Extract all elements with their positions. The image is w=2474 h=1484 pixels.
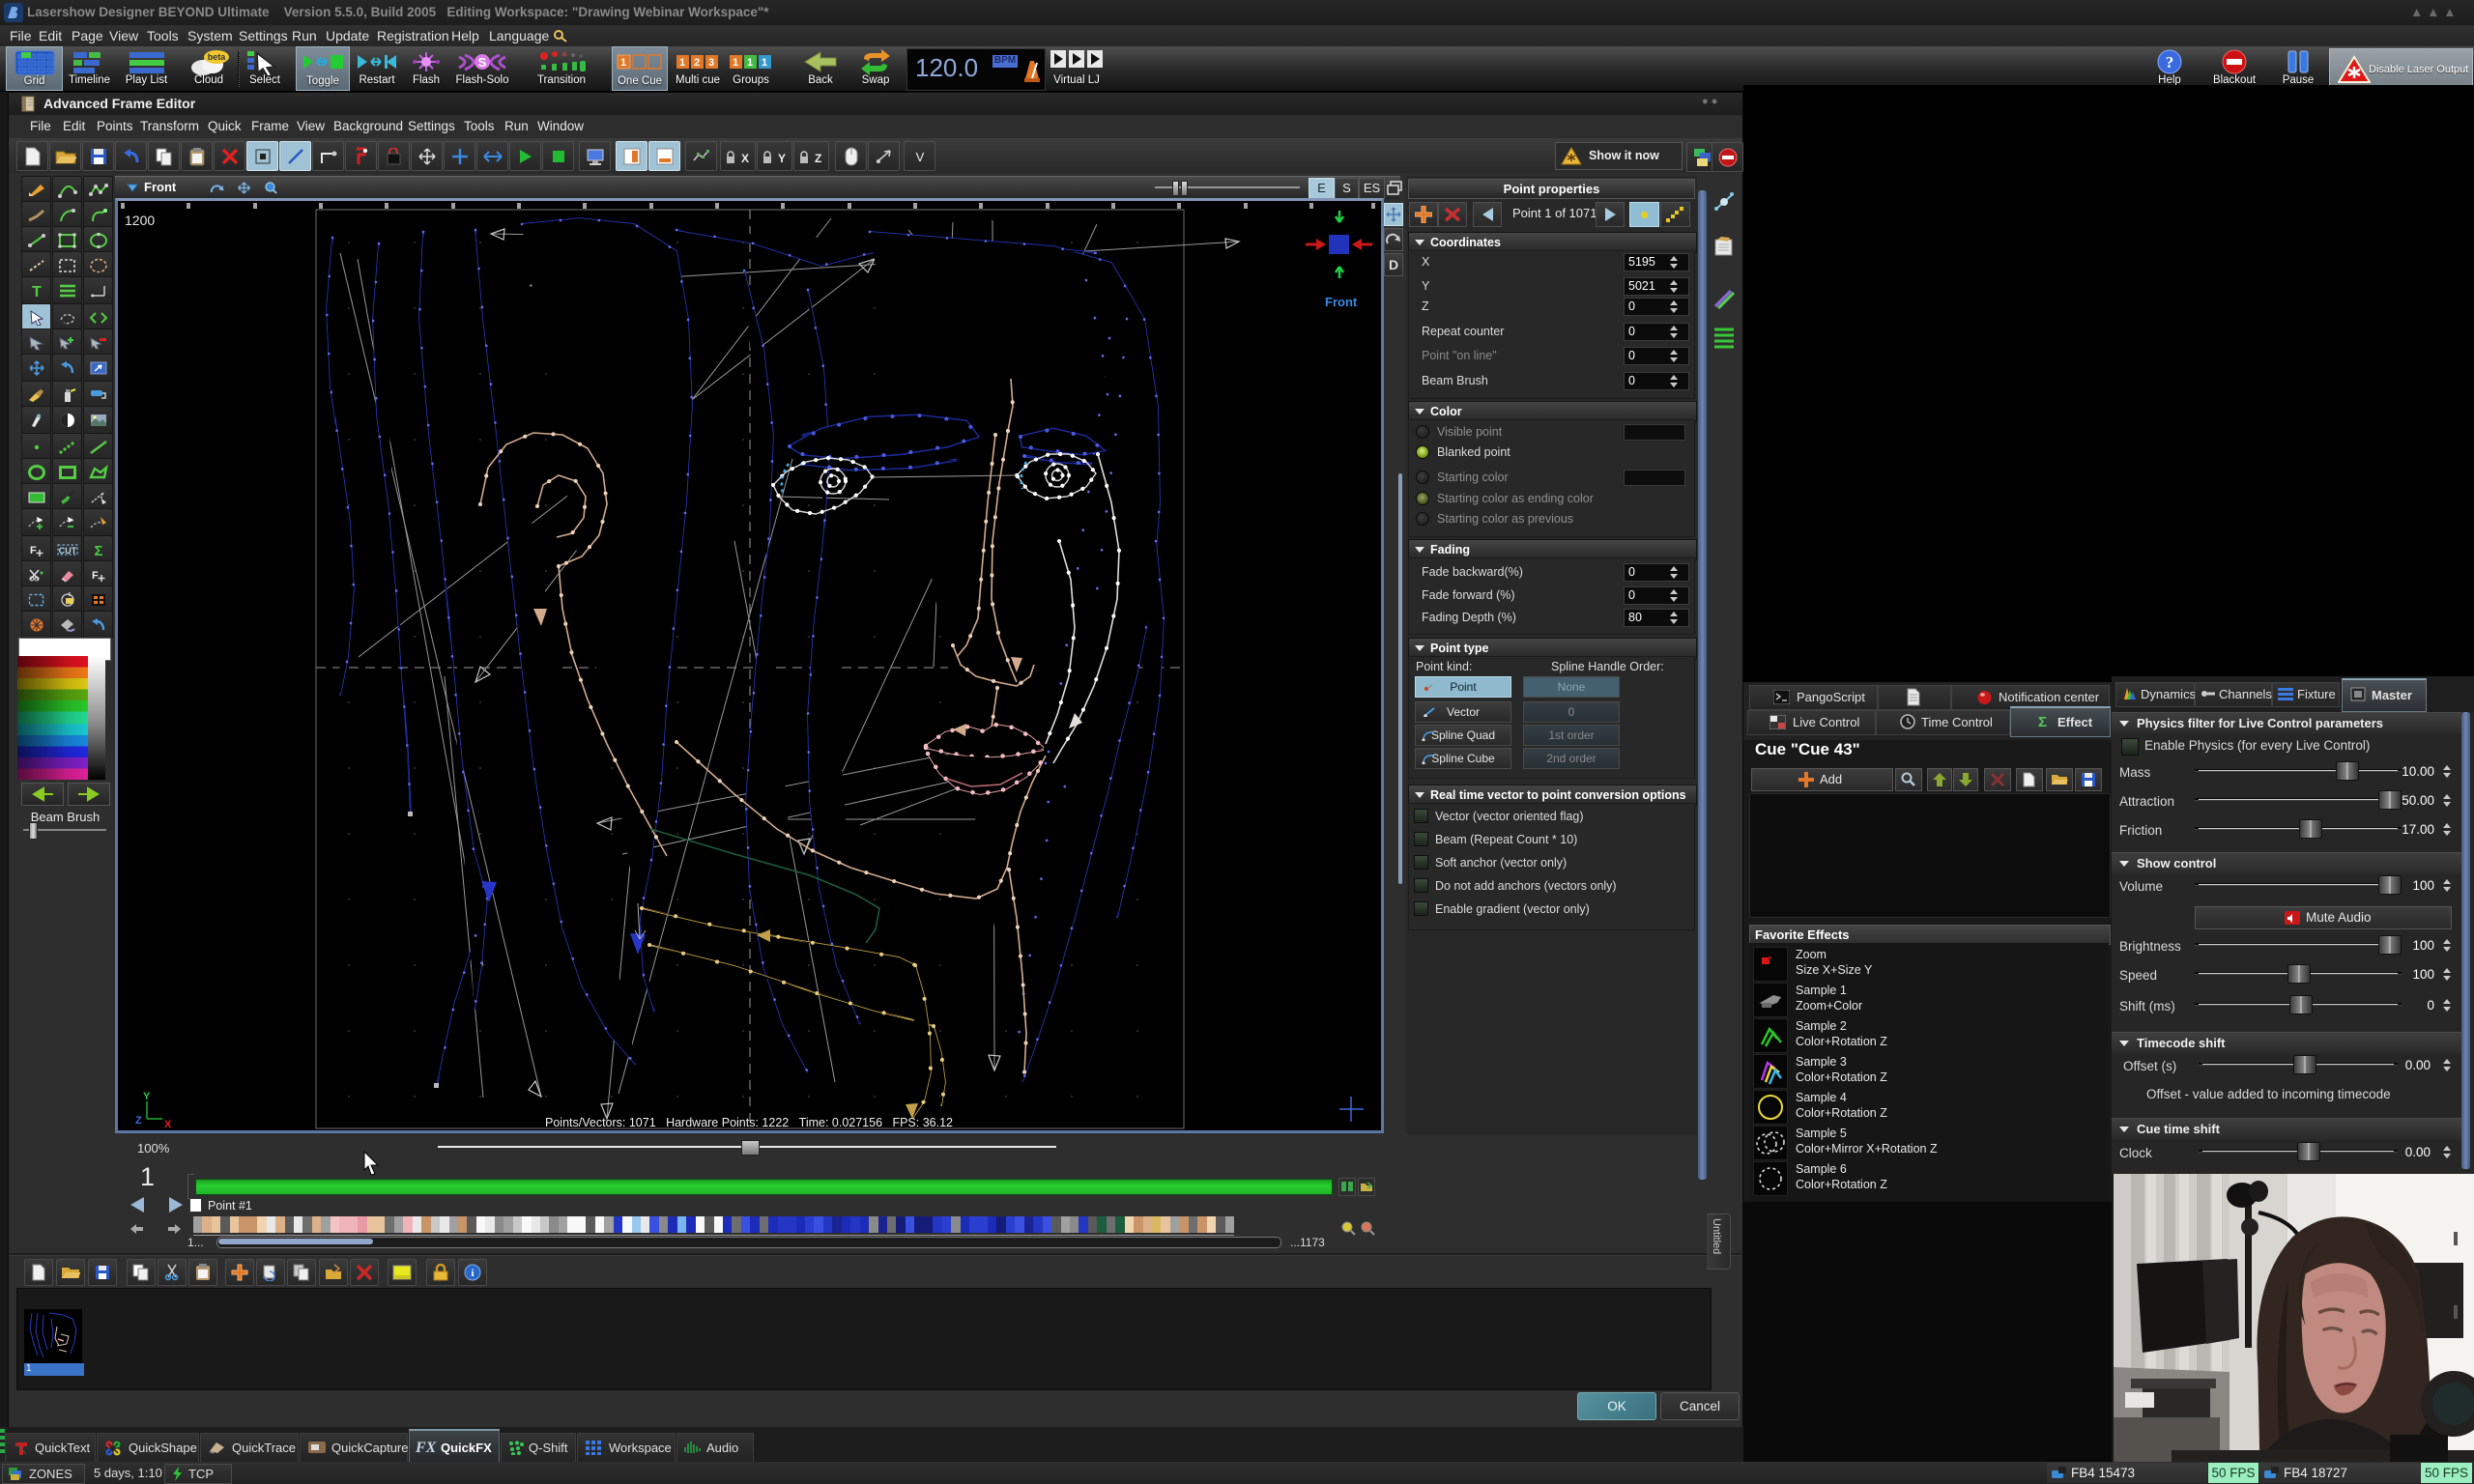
svg-text:FX: FX <box>416 1440 437 1455</box>
svg-text:2: 2 <box>694 57 700 69</box>
svg-text:F: F <box>92 570 99 582</box>
svg-text:i: i <box>471 1268 474 1279</box>
svg-text:Σ: Σ <box>94 543 102 557</box>
svg-text:X: X <box>741 152 749 164</box>
svg-text:T: T <box>32 284 42 299</box>
svg-text:1: 1 <box>679 57 685 69</box>
svg-text:Y: Y <box>778 152 786 164</box>
svg-text:F: F <box>30 545 37 556</box>
svg-text:Z: Z <box>135 1115 142 1127</box>
svg-text:?: ? <box>2166 53 2174 71</box>
svg-text:1: 1 <box>762 57 767 69</box>
svg-text:Z: Z <box>815 152 821 164</box>
svg-text:1200: 1200 <box>125 213 155 228</box>
svg-text:1: 1 <box>747 57 753 69</box>
svg-text:CUT: CUT <box>58 546 76 556</box>
svg-text:Front: Front <box>1325 295 1358 309</box>
svg-text:V: V <box>915 150 924 164</box>
svg-text:beta: beta <box>208 52 227 62</box>
svg-text:X: X <box>164 1119 172 1130</box>
svg-text:S: S <box>478 55 487 70</box>
svg-text:1: 1 <box>733 57 738 69</box>
svg-text:3: 3 <box>708 57 714 69</box>
svg-text:Points/Vectors: 1071 Hardwar: Points/Vectors: 1071 Hardware Points: 12… <box>545 1116 953 1129</box>
svg-text:Y: Y <box>143 1091 151 1102</box>
svg-text:1: 1 <box>620 57 626 69</box>
